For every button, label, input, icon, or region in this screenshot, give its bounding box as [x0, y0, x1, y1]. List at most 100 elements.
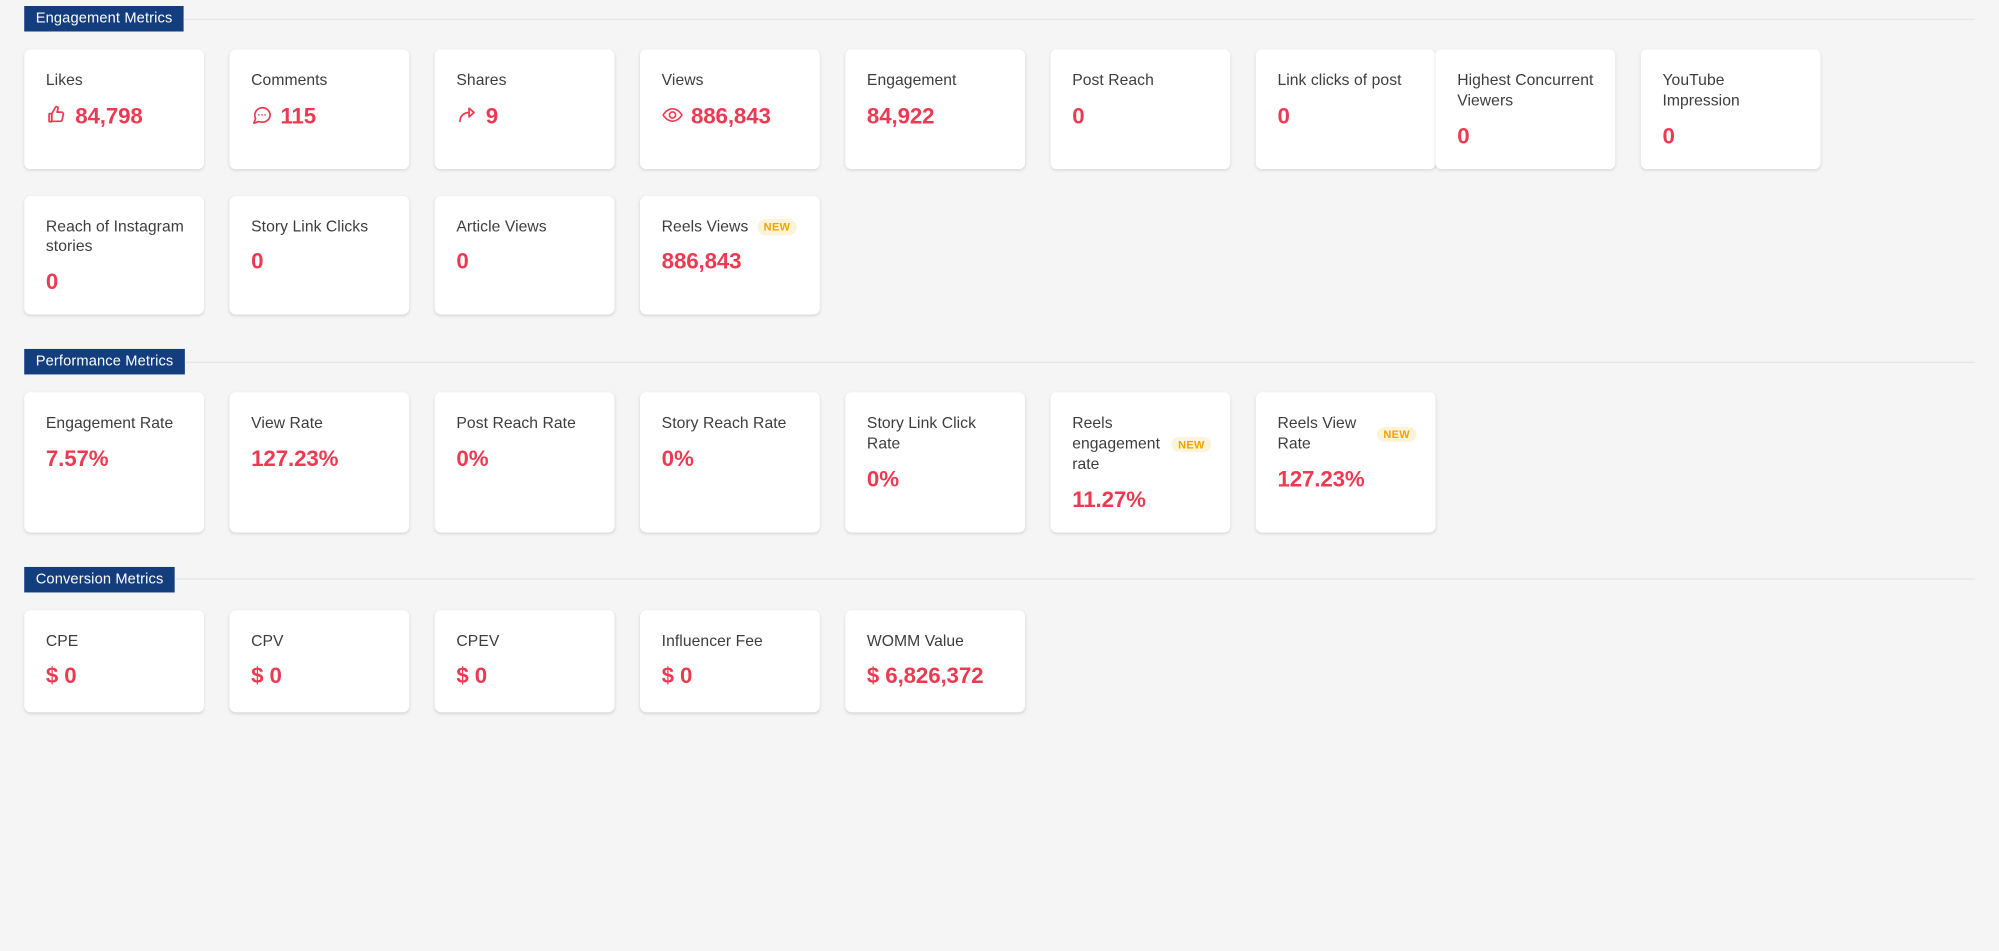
metric-label-row: WOMM Value [867, 631, 1006, 651]
metric-card[interactable]: Story Link Clicks 0 [229, 195, 410, 315]
metric-value-row: 9 [456, 101, 595, 129]
dashboard-scale-wrapper: Engagement Metrics Likes 84,798 Comments 1… [0, 6, 1999, 739]
metric-value: 84,798 [75, 102, 143, 129]
metric-card[interactable]: Story Link Click Rate 0% [845, 392, 1026, 532]
metric-value-row: 0 [456, 247, 595, 275]
thumbs-up-icon [46, 105, 68, 127]
metric-label: Highest Concurrent Viewers [1457, 71, 1594, 110]
metric-label-row: Views [662, 71, 801, 91]
metric-label: CPEV [456, 631, 500, 650]
metric-value-row: 0 [251, 247, 390, 275]
metric-value: 0 [251, 248, 264, 275]
metric-value-row: 0 [46, 268, 185, 296]
metric-label: Reels View Rate [1277, 414, 1357, 453]
metric-card[interactable]: Reach of Instagram stories 0 [24, 195, 204, 315]
metric-label-row: Reels View Rate NEW [1277, 414, 1417, 454]
metric-label: YouTube Impression [1662, 71, 1740, 110]
metric-value: 0% [661, 445, 694, 472]
metric-label: Story Link Click Rate [866, 414, 976, 453]
metric-label-row: Story Link Clicks [251, 217, 390, 237]
metric-value: 886,843 [690, 102, 771, 129]
metric-card[interactable]: WOMM Value $ 6,826,372 [845, 609, 1026, 712]
metric-value-row: $ 0 [662, 662, 801, 690]
metric-value: 9 [485, 102, 499, 129]
metric-value: $ 0 [456, 663, 488, 689]
metric-value: 0 [45, 268, 59, 295]
metrics-section: Conversion Metrics CPE $ 0 CPV $ 0 CPEV $ 0 Inf… [0, 566, 1999, 738]
metric-value: 11.27% [1072, 486, 1146, 512]
metric-label-row: Highest Concurrent Viewers [1457, 71, 1596, 111]
metric-label-row: CPEV [456, 631, 595, 651]
metric-value: 0 [1072, 102, 1085, 129]
metric-label-row: Influencer Fee [662, 631, 801, 651]
metric-label: Article Views [456, 217, 547, 235]
metric-card[interactable]: Reels View Rate NEW 127.23% [1255, 392, 1436, 532]
metric-card[interactable]: CPV $ 0 [229, 609, 410, 712]
metric-card[interactable]: Likes 84,798 [24, 49, 204, 169]
metric-label-row: Story Reach Rate [662, 414, 801, 434]
metric-card[interactable]: Reels Views NEW 886,843 [639, 195, 820, 315]
section-header: Conversion Metrics [24, 566, 1975, 592]
metric-label: Comments [251, 71, 328, 89]
metric-label-row: CPE [46, 631, 185, 651]
metric-value: $ 0 [661, 663, 693, 689]
section-title: Performance Metrics [24, 349, 185, 375]
metric-value-row: 0% [662, 445, 801, 473]
new-badge: NEW [757, 219, 797, 236]
metric-card[interactable]: Story Reach Rate 0% [639, 392, 820, 532]
metric-value: $ 6,826,372 [866, 663, 984, 689]
metric-card[interactable]: Reels engagement rate NEW 11.27% [1050, 392, 1231, 532]
section-header: Performance Metrics [24, 349, 1975, 375]
metric-value-row: 0% [456, 445, 595, 473]
metric-card[interactable]: Link clicks of post 0 [1255, 49, 1436, 169]
metric-card[interactable]: Post Reach Rate 0% [434, 392, 615, 532]
metric-value: 886,843 [661, 248, 742, 275]
metric-label: Engagement [866, 71, 957, 89]
metric-value-row: 0 [1662, 121, 1801, 149]
metric-label-row: YouTube Impression [1662, 71, 1801, 111]
metric-card[interactable]: View Rate 127.23% [229, 392, 410, 532]
metric-card[interactable]: Shares 9 [434, 49, 615, 169]
metric-card[interactable]: Engagement 84,922 [845, 49, 1026, 169]
metric-card[interactable]: Post Reach 0 [1050, 49, 1231, 169]
metric-label-row: Story Link Click Rate [867, 414, 1006, 454]
metric-label: Story Reach Rate [661, 414, 787, 433]
metric-value-row: 886,843 [662, 101, 801, 129]
metric-card[interactable]: Comments 115 [229, 49, 410, 169]
metric-value: 0% [456, 445, 489, 472]
metric-card[interactable]: YouTube Impression 0 [1640, 49, 1821, 169]
metric-value-row: 84,798 [46, 101, 185, 129]
metric-label: Engagement Rate [45, 414, 174, 433]
section-title: Engagement Metrics [24, 6, 184, 32]
section-divider [183, 18, 1975, 20]
metric-label: CPV [251, 631, 284, 650]
metric-value: 84,922 [866, 102, 935, 129]
metrics-section: Performance Metrics Engagement Rate 7.57% V… [0, 349, 1999, 559]
eye-icon [662, 105, 684, 127]
metric-label-row: Article Views [456, 217, 595, 237]
metric-card[interactable]: Engagement Rate 7.57% [24, 392, 204, 532]
metric-value: $ 0 [251, 663, 282, 689]
metric-value: 127.23% [1277, 465, 1365, 492]
metric-value: 127.23% [251, 445, 339, 472]
metric-value-row: 84,922 [867, 101, 1006, 129]
metric-value-row: 0% [867, 465, 1006, 493]
metric-value-row: 7.57% [46, 445, 185, 473]
metric-value-row: $ 0 [251, 662, 390, 690]
metric-card[interactable]: Highest Concurrent Viewers 0 [1435, 49, 1616, 169]
metric-card[interactable]: Views 886,843 [639, 49, 820, 169]
metric-card[interactable]: CPE $ 0 [24, 609, 204, 712]
metric-label: CPE [45, 631, 79, 650]
metric-value: 0 [1662, 122, 1675, 149]
metric-value-row: 127.23% [1277, 465, 1416, 493]
metric-label: Views [661, 71, 704, 89]
metric-label: Reels Views [661, 217, 749, 235]
metric-label: Influencer Fee [661, 631, 763, 650]
metric-value: $ 0 [45, 663, 77, 689]
metric-label: Link clicks of post [1277, 71, 1402, 89]
metric-label: WOMM Value [866, 631, 964, 650]
metric-value-row: $ 0 [46, 662, 185, 690]
metric-card[interactable]: Influencer Fee $ 0 [639, 609, 820, 712]
metric-card[interactable]: CPEV $ 0 [434, 609, 615, 712]
metric-card[interactable]: Article Views 0 [434, 195, 615, 315]
